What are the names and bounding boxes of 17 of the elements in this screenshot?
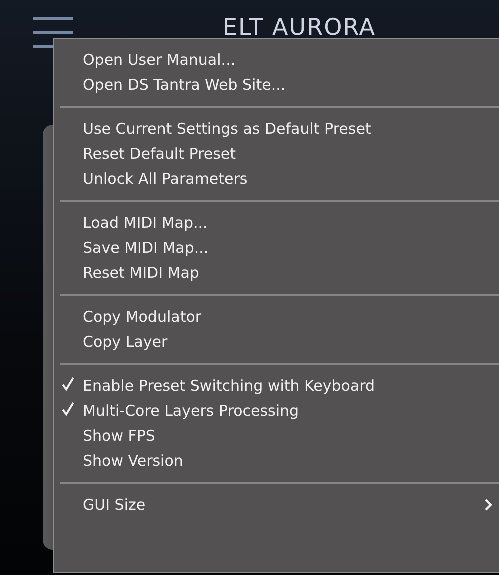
menu-item[interactable]: Load MIDI Map... <box>54 210 499 235</box>
menu-item[interactable]: Copy Layer <box>54 329 499 354</box>
menu-item[interactable]: Reset MIDI Map <box>54 260 499 285</box>
app-title: ELT AURORA <box>223 14 376 42</box>
menu-item[interactable]: Open DS Tantra Web Site... <box>54 72 499 97</box>
menu-item[interactable]: Reset Default Preset <box>54 141 499 166</box>
menu-item[interactable]: Copy Modulator <box>54 304 499 329</box>
menu-item[interactable]: Open User Manual... <box>54 47 499 72</box>
menu-item[interactable]: Multi-Core Layers Processing <box>54 398 499 423</box>
menu-item[interactable]: Show Version <box>54 448 499 473</box>
menu-item[interactable]: Save MIDI Map... <box>54 235 499 260</box>
menu-item[interactable]: Enable Preset Switching with Keyboard <box>54 373 499 398</box>
menu-item[interactable]: GUI Size <box>54 492 499 517</box>
menu-item[interactable]: Unlock All Parameters <box>54 166 499 191</box>
chevron-right-icon <box>485 498 493 510</box>
menu-item[interactable]: Show FPS <box>54 423 499 448</box>
menu-item[interactable]: Use Current Settings as Default Preset <box>54 116 499 141</box>
